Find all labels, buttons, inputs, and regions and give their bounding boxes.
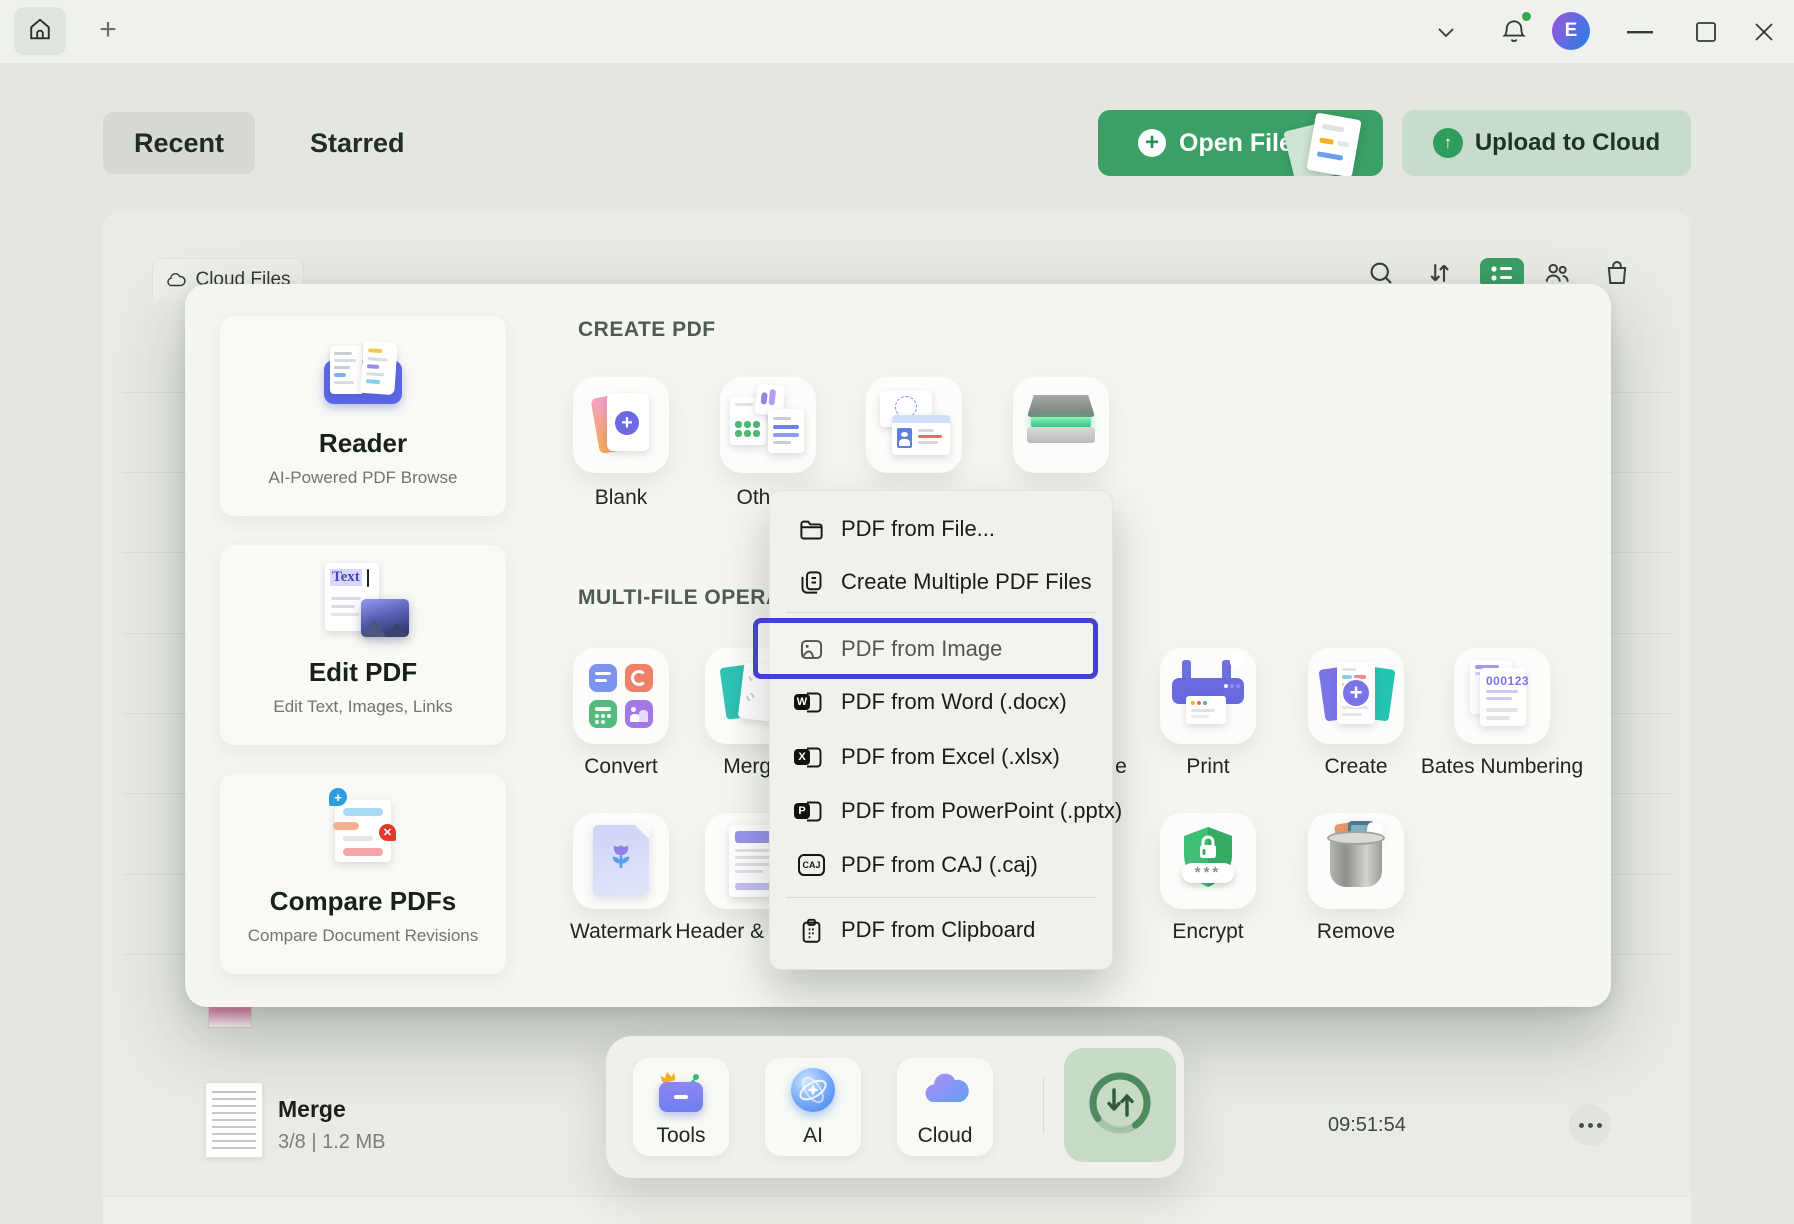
word-icon: W (798, 689, 825, 716)
tools-icon (657, 1070, 705, 1114)
bag-icon[interactable] (1602, 258, 1632, 288)
file-meta: 3/8 | 1.2 MB (278, 1131, 385, 1154)
tab-recent[interactable]: Recent (103, 112, 255, 174)
convert-icon (589, 664, 617, 692)
dock-divider (1043, 1078, 1044, 1134)
partial-label: e (1115, 755, 1127, 779)
create-pdf-context-menu: PDF from File... Create Multiple PDF Fil… (769, 490, 1113, 970)
edit-pdf-icon: Text (317, 563, 409, 639)
edit-pdf-title: Edit PDF (309, 657, 417, 688)
create-scan-tile[interactable] (1013, 377, 1109, 473)
cloud-icon (165, 269, 187, 291)
powerpoint-icon: P (798, 798, 825, 825)
upload-arrow-icon: ↑ (1433, 128, 1463, 158)
minimize-button[interactable] (1626, 28, 1654, 36)
open-file-button[interactable]: + Open File (1098, 110, 1383, 176)
avatar[interactable]: E (1552, 12, 1590, 50)
convert-label: Convert (584, 755, 658, 779)
create-id-tile[interactable] (866, 377, 962, 473)
ai-icon (791, 1068, 835, 1112)
file-name[interactable]: Merge (278, 1096, 346, 1123)
menu-item-pdf-from-word[interactable]: W PDF from Word (.docx) (784, 679, 1098, 725)
dock-ai-label: AI (803, 1124, 823, 1148)
scanner-icon (1027, 395, 1095, 417)
create-multi-tile[interactable]: + (1308, 648, 1404, 744)
app-window: { "titlebar": { "avatar_letter": "E" }, … (0, 0, 1794, 1224)
create-pdf-heading: CREATE PDF (578, 318, 716, 342)
bates-label: Bates Numbering (1421, 755, 1583, 779)
print-label: Print (1186, 755, 1229, 779)
dock-cloud-icon (921, 1070, 971, 1110)
folder-icon (798, 516, 825, 543)
papers-illustration (1285, 112, 1375, 176)
reader-card[interactable]: Reader AI-Powered PDF Browse (220, 316, 506, 516)
image-icon (798, 636, 825, 663)
multi-doc-icon (798, 569, 825, 596)
watermark-label: Watermark (570, 920, 672, 944)
notification-dot (1522, 12, 1531, 21)
dock-cloud-label: Cloud (918, 1124, 973, 1148)
clipboard-icon (798, 917, 825, 944)
menu-item-pdf-from-image[interactable]: PDF from Image (784, 626, 1098, 672)
upload-to-cloud-button[interactable]: ↑ Upload to Cloud (1402, 110, 1691, 176)
encrypt-tile[interactable]: *** (1160, 813, 1256, 909)
print-tile[interactable] (1160, 648, 1256, 744)
edit-pdf-card[interactable]: Text Edit PDF Edit Text, Images, Links (220, 545, 506, 745)
menu-item-pdf-from-clipboard[interactable]: PDF from Clipboard (784, 907, 1098, 953)
chevron-down-icon[interactable] (1432, 20, 1460, 44)
reader-book-icon (320, 338, 406, 408)
excel-icon: X (798, 744, 825, 771)
dock-ai-button[interactable]: AI (765, 1058, 861, 1156)
reader-subtitle: AI-Powered PDF Browse (269, 468, 458, 488)
menu-item-pdf-from-powerpoint[interactable]: P PDF from PowerPoint (.pptx) (784, 788, 1098, 834)
blank-label: Blank (595, 486, 648, 510)
bates-numbering-tile[interactable]: 000123 (1454, 648, 1550, 744)
dock-tools-button[interactable]: Tools (633, 1058, 729, 1156)
list-bottom-strip (103, 1196, 1691, 1224)
remove-label: Remove (1317, 920, 1395, 944)
menu-item-pdf-from-excel[interactable]: X PDF from Excel (.xlsx) (784, 734, 1098, 780)
caj-icon: CAJ (798, 852, 825, 879)
tab-starred[interactable]: Starred (298, 112, 417, 174)
upload-label: Upload to Cloud (1475, 129, 1660, 157)
sync-progress-icon (1085, 1068, 1155, 1143)
menu-item-pdf-from-caj[interactable]: CAJ PDF from CAJ (.caj) (784, 842, 1098, 888)
menu-separator (786, 612, 1096, 613)
menu-separator (786, 897, 1096, 898)
open-file-label: Open File (1179, 129, 1293, 158)
create-label: Create (1324, 755, 1387, 779)
dock-sync-button[interactable] (1064, 1048, 1176, 1162)
menu-item-pdf-from-file[interactable]: PDF from File... (784, 506, 1098, 552)
file-more-button[interactable] (1569, 1104, 1611, 1146)
compare-pdfs-title: Compare PDFs (270, 886, 456, 917)
dock-cloud-button[interactable]: Cloud (897, 1058, 993, 1156)
compare-pdfs-subtitle: Compare Document Revisions (248, 926, 479, 946)
home-icon (26, 15, 54, 48)
new-tab-button[interactable]: + (92, 14, 124, 46)
close-button[interactable] (1752, 20, 1776, 44)
compare-pdfs-card[interactable]: + ✕ Compare PDFs Compare Document Revisi… (220, 774, 506, 974)
maximize-button[interactable] (1694, 20, 1718, 44)
dock-tools-label: Tools (656, 1124, 705, 1148)
edit-pdf-subtitle: Edit Text, Images, Links (273, 697, 452, 717)
encrypt-label: Encrypt (1172, 920, 1243, 944)
menu-item-create-multiple[interactable]: Create Multiple PDF Files (784, 559, 1098, 605)
file-thumbnail[interactable] (205, 1082, 263, 1158)
convert-tile[interactable] (573, 648, 669, 744)
reader-title: Reader (319, 428, 407, 459)
watermark-tile[interactable] (573, 813, 669, 909)
compare-pdfs-icon: + ✕ (323, 790, 403, 868)
remove-tile[interactable] (1308, 813, 1404, 909)
create-others-tile[interactable] (720, 377, 816, 473)
file-time: 09:51:54 (1328, 1114, 1406, 1137)
plus-circle-icon: + (1138, 129, 1166, 157)
create-blank-tile[interactable]: + (573, 377, 669, 473)
home-tab-button[interactable] (14, 7, 66, 55)
watermark-icon (593, 825, 649, 895)
notification-bell-icon[interactable] (1498, 14, 1530, 48)
